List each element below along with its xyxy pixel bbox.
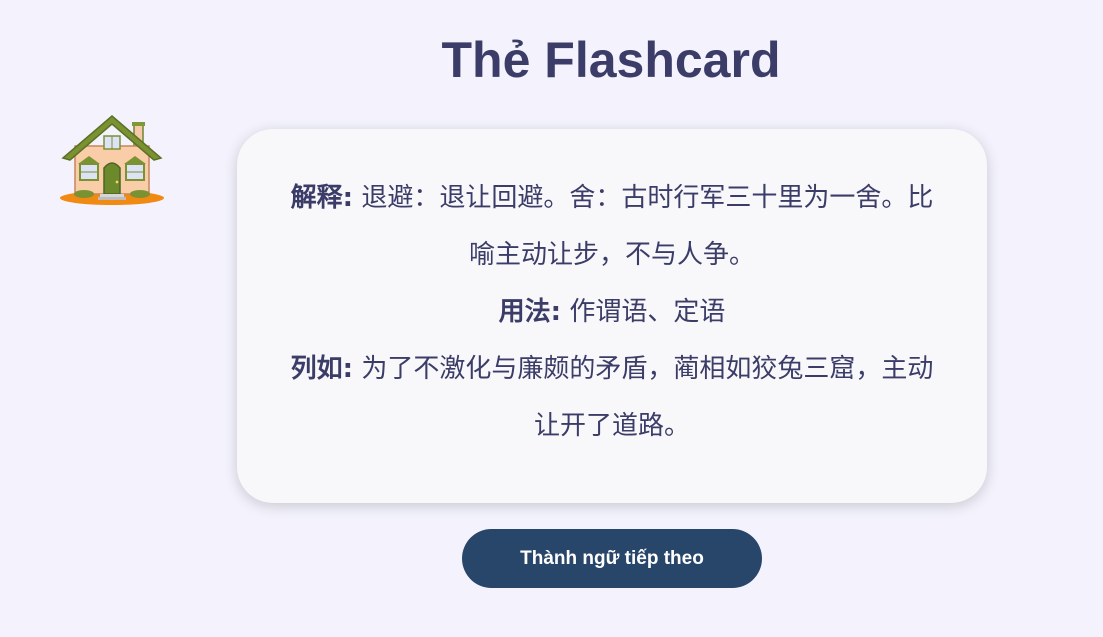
usage-text: 作谓语、定语 xyxy=(569,296,726,327)
example-line: 列如: 为了不激化与廉颇的矛盾，蔺相如狡兔三窟，主动让开了道路。 xyxy=(281,341,943,455)
page-title: Thẻ Flashcard xyxy=(441,32,781,88)
usage-line: 用法: 作谓语、定语 xyxy=(281,284,943,341)
meaning-line: 解释: 退避：退让回避。舍：古时行军三十里为一舍。比喻主动让步，不与人争。 xyxy=(281,170,943,284)
example-text: 为了不激化与廉颇的矛盾，蔺相如狡兔三窟，主动让开了道路。 xyxy=(361,353,934,441)
meaning-label: 解释: xyxy=(290,182,354,213)
meaning-text: 退避：退让回避。舍：古时行军三十里为一舍。比喻主动让步，不与人争。 xyxy=(361,182,934,270)
flashcard[interactable]: 解释: 退避：退让回避。舍：古时行军三十里为一舍。比喻主动让步，不与人争。 用法… xyxy=(237,129,987,503)
house-icon[interactable] xyxy=(58,110,166,208)
usage-label: 用法: xyxy=(498,296,562,327)
flashcard-content: 解释: 退避：退让回避。舍：古时行军三十里为一舍。比喻主动让步，不与人争。 用法… xyxy=(281,170,943,455)
next-idiom-button[interactable]: Thành ngữ tiếp theo xyxy=(462,529,762,588)
example-label: 列如: xyxy=(290,353,354,384)
